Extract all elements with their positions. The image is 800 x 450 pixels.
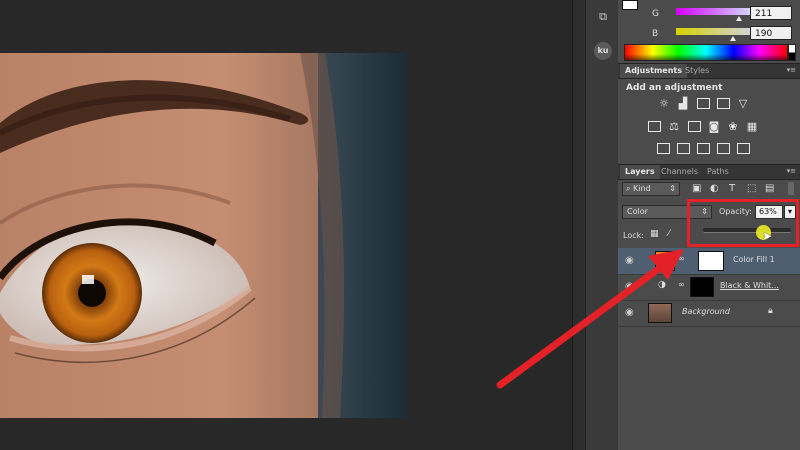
adjustment-layer-icon: ◑ [658,280,666,290]
layers-empty-area [618,327,800,450]
lock-label: Lock: [623,231,644,240]
color-spectrum[interactable] [624,44,788,61]
adjustment-filter-icon[interactable]: ◐ [710,183,719,194]
lock-icon: 🔒︎ [768,306,773,316]
background-thumbnail[interactable] [648,303,672,323]
filter-toggle[interactable] [788,182,794,195]
link-icon[interactable]: ∞ [678,254,685,263]
brightness-icon[interactable]: ☼ [657,98,671,110]
filter-kind-label: Kind [633,184,651,193]
layers-menu-icon[interactable]: ▾≡ [787,167,796,175]
eye-photo [0,53,407,418]
fill-color-thumbnail[interactable] [655,251,675,271]
green-label: G [652,9,659,19]
link-icon[interactable]: ∞ [678,280,685,289]
layers-tabbar: Layers Channels Paths ▾≡ [618,164,800,180]
blend-mode-value: Color [627,207,648,216]
threshold-icon[interactable] [697,143,710,154]
layer-mask-thumbnail[interactable] [698,251,724,271]
layer-row-background[interactable]: ◉ Background 🔒︎ [618,300,800,327]
gradient-map-icon[interactable] [717,143,730,154]
channel-mixer-icon[interactable]: ❀ [726,121,740,133]
tab-paths[interactable]: Paths [702,165,734,179]
cube-icon[interactable]: ⧉ [594,8,612,26]
type-filter-icon[interactable]: T [729,183,735,194]
vibrance-icon[interactable]: ▽ [736,98,750,110]
foreground-swatch[interactable] [622,0,638,10]
levels-icon[interactable]: ▟ [676,98,690,110]
chevron-down-icon: ⇕ [669,184,676,193]
filter-kind-select[interactable]: ⌕ Kind ⇕ [622,182,680,196]
eye-icon[interactable]: ◉ [625,281,634,292]
layer-mask-thumbnail[interactable] [690,277,714,297]
adjustments-heading: Add an adjustment [626,83,723,93]
brush-icon[interactable]: ⁄ [668,229,670,239]
tab-styles[interactable]: Styles [680,64,714,78]
blue-slider-thumb[interactable] [730,36,736,41]
eye-icon[interactable]: ◉ [625,307,634,318]
tab-adjustments[interactable]: Adjustments [620,64,687,78]
ku-icon[interactable]: ku [594,42,612,60]
tab-layers[interactable]: Layers [620,165,660,179]
adjustments-tabbar: Adjustments Styles ▾≡ [618,63,800,79]
photo-filter-icon[interactable]: ◙ [707,121,721,133]
curves-icon[interactable] [697,98,710,109]
search-icon: ⌕ [626,184,631,193]
layer-name[interactable]: Color Fill 1 [733,255,775,264]
green-value-field[interactable]: 211 [750,6,792,20]
eye-icon[interactable]: ◉ [625,255,634,266]
invert-icon[interactable] [657,143,670,154]
layer-row-color-fill[interactable]: ◉ ∞ Color Fill 1 [618,248,800,275]
pixel-filter-icon[interactable]: ▣ [692,183,701,194]
layer-name[interactable]: Background [682,307,730,316]
canvas-area [0,0,572,450]
document-image[interactable] [0,53,407,418]
layer-name[interactable]: Black & Whit... [720,281,779,290]
blue-value-field[interactable]: 190 [750,26,792,40]
black-white-ramp[interactable] [788,44,796,61]
smart-object-filter-icon[interactable]: ▤ [765,183,774,194]
blue-label: B [652,29,659,39]
hue-saturation-icon[interactable] [648,121,661,132]
vertical-scrollbar[interactable] [572,0,585,450]
tab-channels[interactable]: Channels [656,165,703,179]
shape-filter-icon[interactable]: ⬚ [747,183,756,194]
mouse-pointer-icon: ➤ [762,229,773,243]
panel-dock-column: ⧉ ku [585,0,620,450]
exposure-icon[interactable] [717,98,730,109]
black-white-icon[interactable] [688,121,701,132]
layer-row-black-white[interactable]: ◉ ◑ ∞ Black & Whit... [618,274,800,301]
lock-transparency-icon[interactable]: ▦ [650,229,659,239]
green-slider-thumb[interactable] [736,16,742,21]
selective-color-icon[interactable] [737,143,750,154]
color-lookup-icon[interactable]: ▦ [745,121,759,133]
panel-menu-icon[interactable]: ▾≡ [787,66,796,74]
color-balance-icon[interactable]: ⚖ [667,121,681,133]
highlight-box [687,199,799,247]
posterize-icon[interactable] [677,143,690,154]
